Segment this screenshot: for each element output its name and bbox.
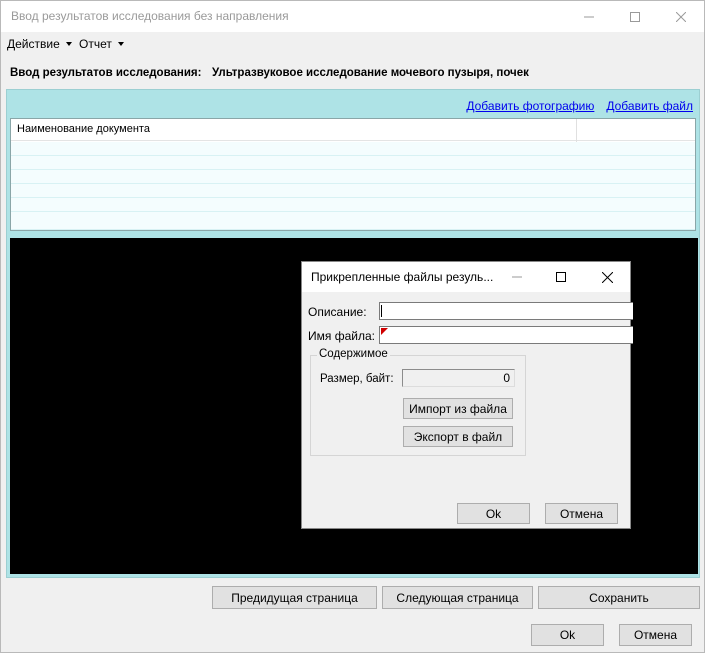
ok-button[interactable]: Ok: [531, 624, 604, 646]
next-page-button[interactable]: Следующая страница: [382, 586, 533, 609]
minimize-icon: [584, 16, 594, 17]
caret-down-icon: [65, 42, 72, 46]
description-label: Описание:: [308, 305, 367, 319]
close-button[interactable]: [658, 1, 704, 32]
dialog-title-bar: Прикрепленные файлы резуль...: [302, 262, 630, 292]
study-header-label: Ввод результатов исследования:: [10, 67, 202, 79]
dialog-maximize-button[interactable]: [539, 262, 583, 292]
dialog-title: Прикрепленные файлы резуль...: [311, 270, 494, 284]
dialog-minimize-button[interactable]: [495, 262, 539, 292]
window-title: Ввод результатов исследования без направ…: [11, 9, 289, 23]
documents-table[interactable]: Наименование документа: [10, 118, 696, 231]
table-row[interactable]: [11, 198, 695, 212]
menu-bar: Действие Отчет: [1, 32, 704, 56]
close-icon: [601, 271, 613, 283]
previous-page-button[interactable]: Предидущая страница: [212, 586, 377, 609]
dialog-ok-button[interactable]: Ok: [457, 503, 530, 524]
attached-files-dialog: Прикрепленные файлы резуль... Описание: …: [301, 261, 633, 529]
minimize-icon: [512, 276, 522, 278]
filename-field[interactable]: [379, 326, 633, 344]
content-group: Содержимое Размер, байт: 0 Импорт из фай…: [310, 348, 526, 456]
caret-down-icon: [117, 42, 124, 46]
size-field: 0: [402, 369, 515, 387]
menu-report[interactable]: Отчет: [79, 37, 124, 51]
save-button[interactable]: Сохранить: [538, 586, 700, 609]
table-row[interactable]: [11, 156, 695, 170]
import-from-file-button[interactable]: Импорт из файла: [403, 398, 513, 419]
content-group-label: Содержимое: [317, 348, 390, 360]
dialog-close-button[interactable]: [585, 262, 629, 292]
title-bar: Ввод результатов исследования без направ…: [1, 1, 704, 32]
menu-action-label: Действие: [7, 37, 60, 51]
close-icon: [676, 11, 686, 22]
minimize-button[interactable]: [566, 1, 612, 32]
table-row[interactable]: [11, 184, 695, 198]
table-row[interactable]: [11, 142, 695, 156]
study-name: Ультразвуковое исследование мочевого пуз…: [212, 67, 529, 79]
attachment-links: Добавить фотографию Добавить файл: [466, 99, 693, 113]
menu-report-label: Отчет: [79, 37, 112, 51]
add-file-link[interactable]: Добавить файл: [606, 99, 693, 113]
add-photo-link[interactable]: Добавить фотографию: [466, 99, 594, 113]
table-header: Наименование документа: [11, 119, 695, 141]
table-row[interactable]: [11, 212, 695, 230]
text-caret: [381, 305, 382, 317]
size-label: Размер, байт:: [320, 373, 394, 385]
description-field[interactable]: [379, 302, 633, 320]
export-to-file-button[interactable]: Экспорт в файл: [403, 426, 513, 447]
required-marker-icon: [381, 328, 388, 335]
maximize-icon: [556, 272, 566, 282]
dialog-cancel-button[interactable]: Отмена: [545, 503, 618, 524]
main-window: Ввод результатов исследования без направ…: [0, 0, 705, 653]
maximize-icon: [630, 11, 640, 22]
filename-label: Имя файла:: [308, 329, 375, 343]
maximize-button[interactable]: [612, 1, 658, 32]
table-row[interactable]: [11, 170, 695, 184]
cancel-button[interactable]: Отмена: [619, 624, 692, 646]
column-header-document-name[interactable]: Наименование документа: [17, 123, 150, 135]
menu-action[interactable]: Действие: [7, 37, 72, 51]
